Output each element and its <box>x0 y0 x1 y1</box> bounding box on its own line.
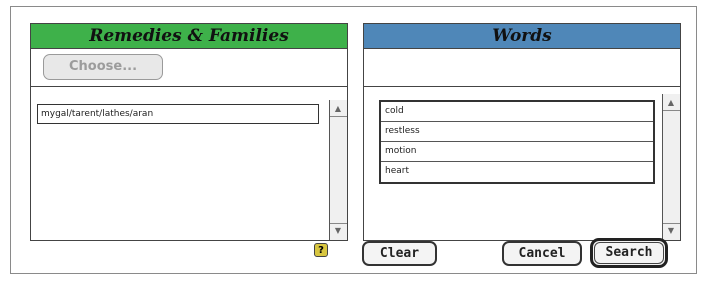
words-scroll-track[interactable] <box>663 110 680 224</box>
scroll-up-arrow-icon[interactable]: ▲ <box>664 96 678 110</box>
words-list-area[interactable]: cold restless motion heart ▲ ▼ <box>364 94 680 240</box>
words-title: Words <box>364 24 680 49</box>
scroll-down-arrow-icon[interactable]: ▼ <box>331 224 345 238</box>
remedies-divider <box>31 86 347 87</box>
remedies-list-area[interactable]: mygal/tarent/lathes/aran ▲ ▼ <box>31 100 347 240</box>
scroll-up-arrow-icon[interactable]: ▲ <box>331 102 345 116</box>
search-dialog: Remedies & Families Choose... mygal/tare… <box>10 6 697 274</box>
choose-button[interactable]: Choose... <box>43 54 163 80</box>
word-list-item[interactable]: heart <box>381 162 653 182</box>
remedies-scroll-track[interactable] <box>330 116 347 224</box>
words-panel: Words cold restless motion heart ▲ ▼ <box>363 23 681 241</box>
words-divider <box>364 86 680 87</box>
cancel-button[interactable]: Cancel <box>502 241 582 266</box>
remedies-families-panel: Remedies & Families Choose... mygal/tare… <box>30 23 348 241</box>
words-scrollbar[interactable]: ▲ ▼ <box>662 94 680 240</box>
remedies-scrollbar[interactable]: ▲ ▼ <box>329 100 347 240</box>
words-list[interactable]: cold restless motion heart <box>379 100 655 184</box>
remedy-list-item[interactable]: mygal/tarent/lathes/aran <box>37 104 319 124</box>
word-list-item[interactable]: motion <box>381 142 653 162</box>
remedies-families-title: Remedies & Families <box>31 24 347 49</box>
scroll-down-arrow-icon[interactable]: ▼ <box>664 224 678 238</box>
help-icon[interactable]: ? <box>314 243 328 257</box>
search-button[interactable]: Search <box>590 238 668 268</box>
clear-button[interactable]: Clear <box>362 241 437 266</box>
word-list-item[interactable]: restless <box>381 122 653 142</box>
search-button-label[interactable]: Search <box>594 242 664 264</box>
word-list-item[interactable]: cold <box>381 102 653 122</box>
